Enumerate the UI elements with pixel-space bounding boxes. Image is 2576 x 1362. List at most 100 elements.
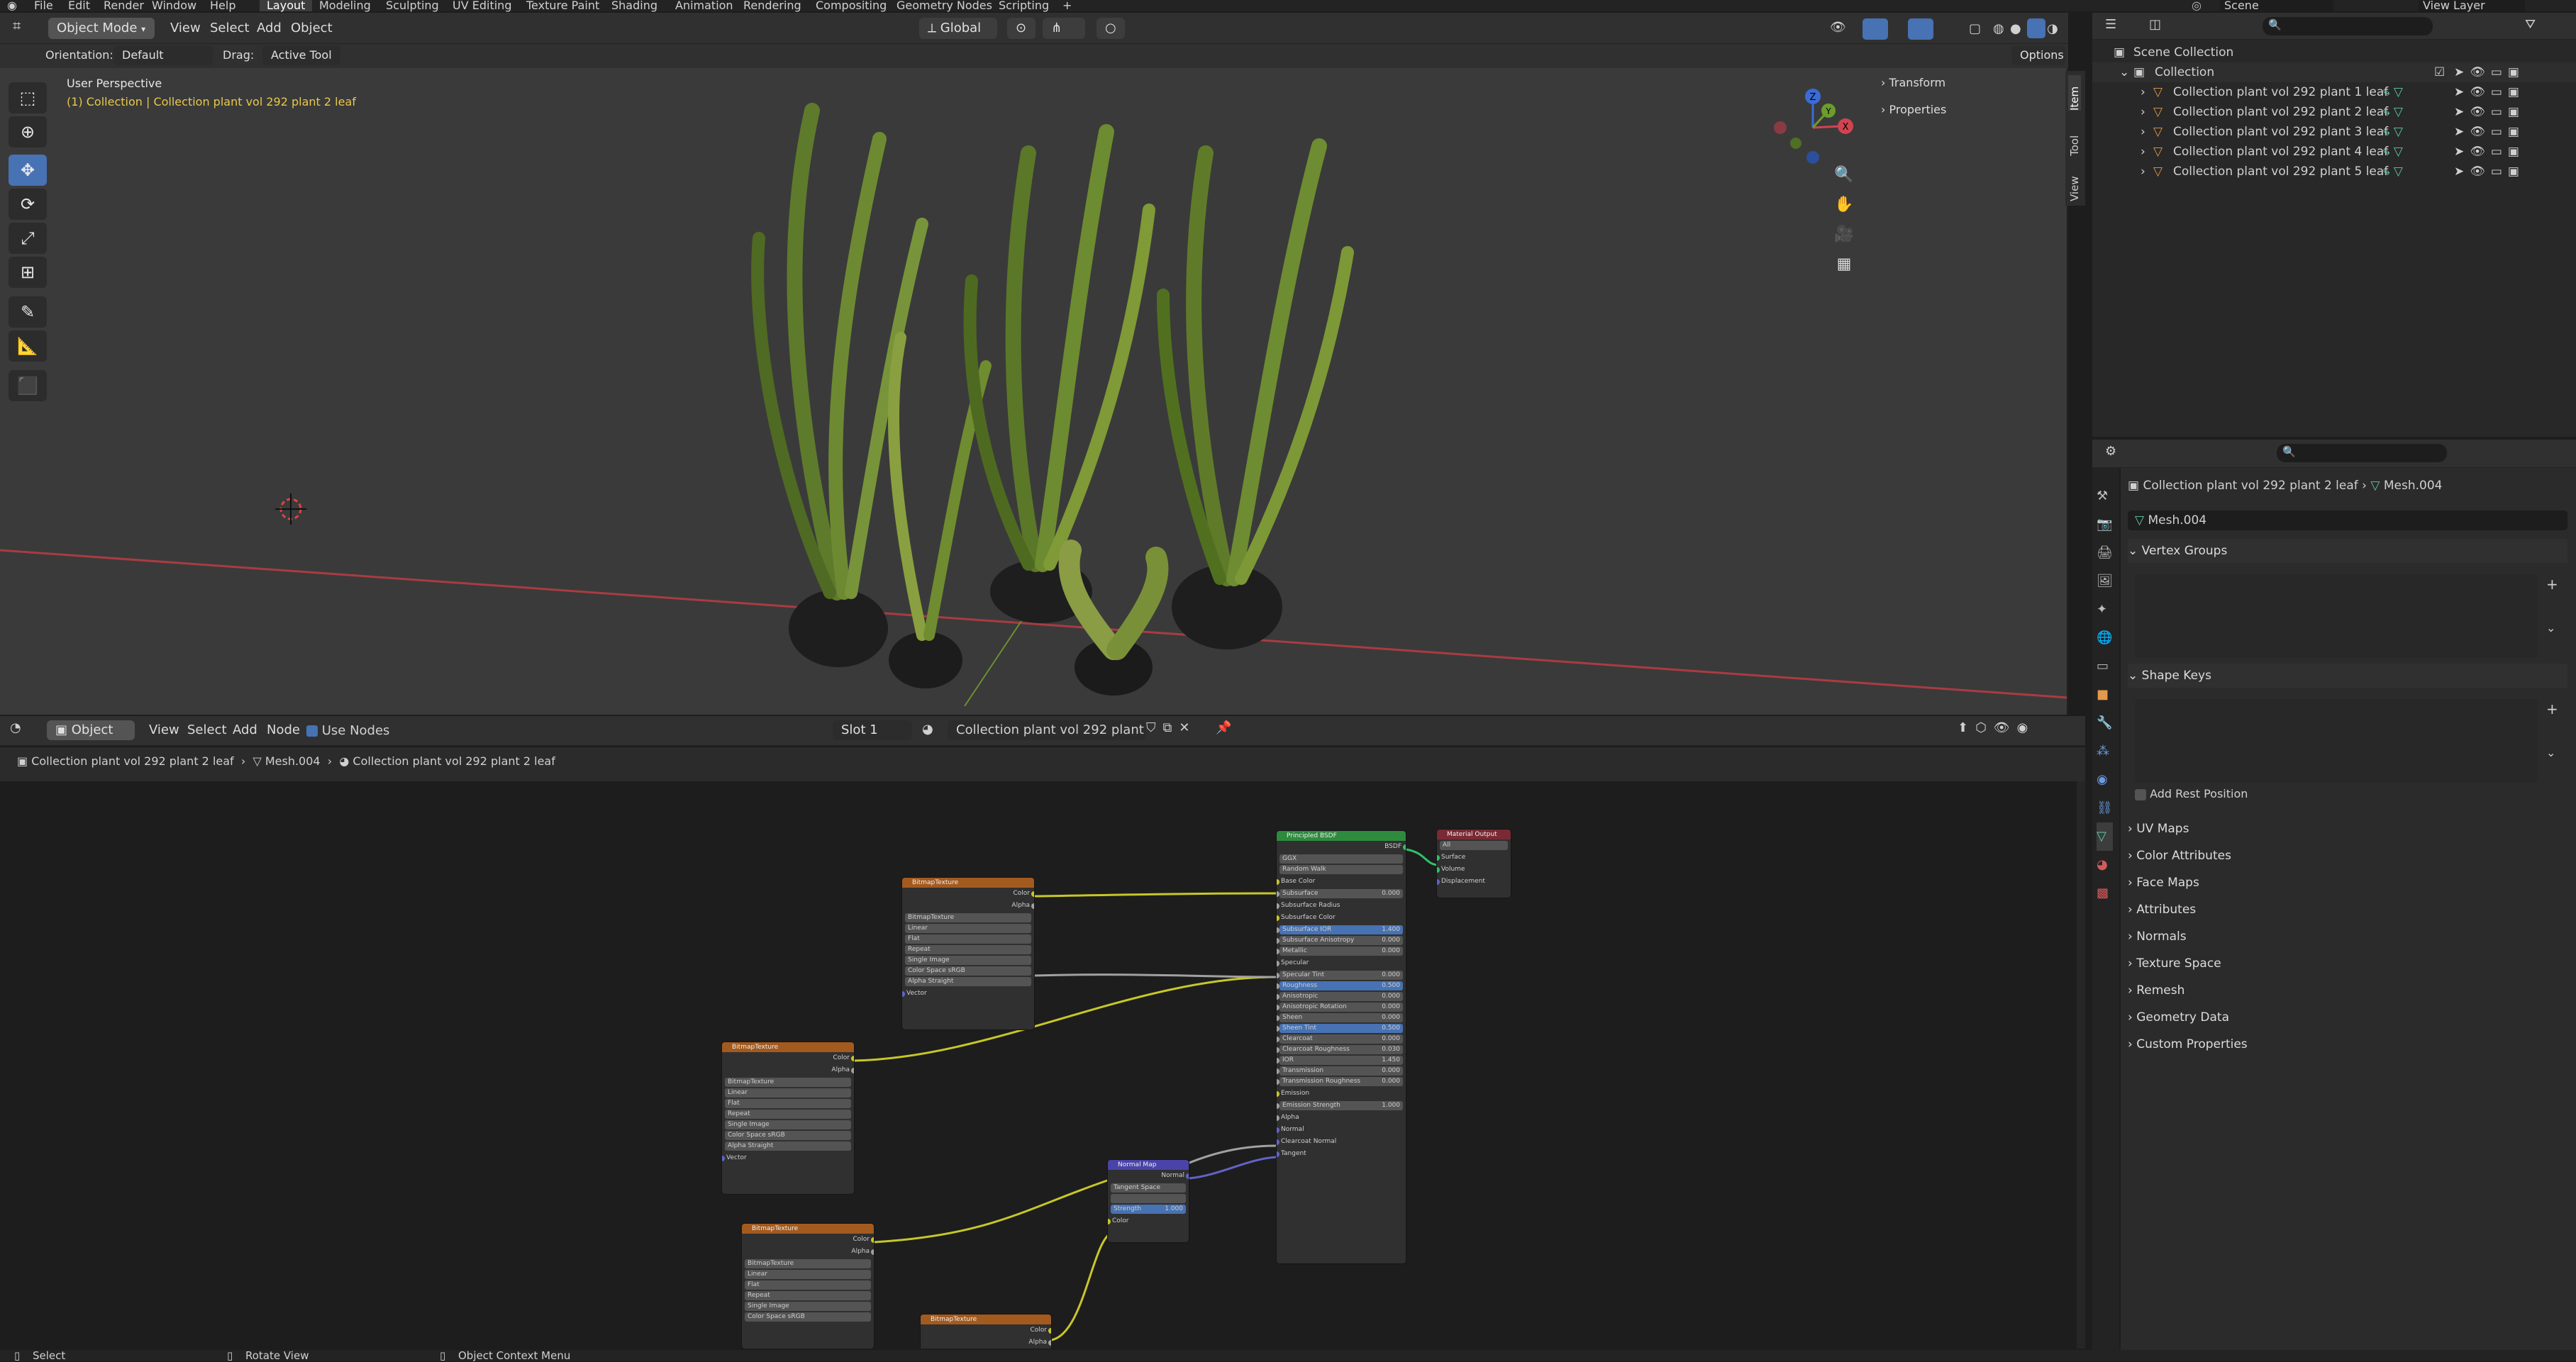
menu-add[interactable]: Add — [233, 719, 257, 742]
material-shading-icon[interactable] — [2027, 18, 2045, 38]
material-name-field[interactable]: Collection plant vol 292 plant 2 leaf — [948, 720, 1146, 740]
extension-dropdown[interactable]: Repeat — [745, 1291, 871, 1300]
vertex-groups-list[interactable] — [2135, 574, 2538, 658]
panel-geometry-data[interactable]: › Geometry Data — [2128, 1005, 2567, 1029]
visibility-icon[interactable]: 👁 — [1830, 20, 1846, 35]
panel-color-attributes[interactable]: › Color Attributes — [2128, 844, 2567, 868]
mesh-name-field[interactable]: ▽ Mesh.004 — [2128, 510, 2567, 530]
menu-edit[interactable]: Edit — [68, 0, 90, 11]
bsdf-input-row[interactable]: Subsurface Anisotropy 0.000 — [1277, 936, 1403, 945]
add-rest-position-checkbox[interactable]: Add Rest Position — [2135, 787, 2248, 800]
cursor-tool-icon[interactable]: ⊕ — [9, 116, 47, 147]
projection-dropdown[interactable]: Flat — [905, 934, 1031, 944]
tab-sculpting[interactable]: Sculpting — [379, 0, 446, 11]
bsdf-input-row[interactable]: Emission — [1277, 1088, 1406, 1100]
menu-render[interactable]: Render — [104, 0, 144, 11]
bsdf-input-row[interactable]: Clearcoat 0.000 — [1277, 1034, 1403, 1044]
panel-uv-maps[interactable]: › UV Maps — [2128, 817, 2567, 841]
world-tab-icon[interactable]: 🌐 — [2097, 624, 2113, 652]
navigation-gizmo[interactable]: Z X Y — [1770, 78, 1870, 170]
visibility-toggles-icon[interactable]: ➤👁▭▣ — [2454, 102, 2525, 122]
outliner-row-plant-5[interactable]: › ▽ Collection plant vol 292 plant 5 lea… — [2092, 162, 2576, 182]
color-space-dropdown[interactable]: Color Space sRGB — [905, 966, 1031, 976]
tab-geometry-nodes[interactable]: Geometry Nodes — [889, 0, 999, 11]
menu-add[interactable]: Add — [257, 17, 282, 40]
bsdf-input-row[interactable]: Sheen Tint 0.500 — [1277, 1024, 1403, 1033]
target-dropdown[interactable]: All — [1440, 841, 1508, 850]
bsdf-input-row[interactable]: Transmission 0.000 — [1277, 1066, 1403, 1076]
transform-tool-icon[interactable]: ⊞ — [9, 257, 47, 288]
transform-orientation-dropdown[interactable]: ⟂ Global — [919, 18, 997, 39]
data-tab-icon[interactable]: ▽ — [2097, 822, 2113, 851]
annotate-tool-icon[interactable]: ✎ — [9, 296, 47, 328]
outliner-row-collection[interactable]: ⌄ ▣ Collection ☑ ➤👁▭▣ — [2092, 62, 2576, 82]
image-selector[interactable]: BitmapTexture — [745, 1259, 871, 1268]
bsdf-input-row[interactable]: Normal — [1277, 1124, 1406, 1136]
rendered-shading-icon[interactable]: ◑ — [2047, 21, 2058, 36]
node-sidebar-scrollbar[interactable] — [2077, 781, 2085, 1349]
editor-type-icon[interactable]: ⌗ — [13, 17, 21, 34]
bsdf-input-row[interactable]: Transmission Roughness 0.000 — [1277, 1077, 1403, 1086]
bsdf-input-row[interactable]: Specular Tint 0.000 — [1277, 971, 1403, 980]
tab-texture-paint[interactable]: Texture Paint — [519, 0, 606, 11]
physics-tab-icon[interactable]: ◉ — [2097, 766, 2113, 794]
outliner-row-plant-1[interactable]: › ▽ Collection plant vol 292 plant 1 lea… — [2092, 82, 2576, 102]
solid-shading-icon[interactable]: ● — [2010, 21, 2021, 36]
vertex-group-menu-icon[interactable]: ⌄ — [2546, 621, 2555, 635]
sidebar-tab-tool[interactable]: Tool — [2068, 121, 2081, 156]
properties-panel[interactable]: › Properties — [1881, 98, 1946, 122]
view-layer-selector[interactable]: View Layer — [2419, 0, 2525, 11]
subsurface-method-dropdown[interactable]: Random Walk — [1279, 865, 1403, 874]
bsdf-input-row[interactable]: Subsurface Radius — [1277, 900, 1406, 912]
display-mode-icon[interactable]: ◫ — [2149, 17, 2161, 32]
color-space-dropdown[interactable]: Color Space sRGB — [725, 1131, 851, 1140]
node-editor-type-icon[interactable]: ◔ — [10, 720, 21, 735]
tab-layout[interactable]: Layout — [260, 0, 313, 11]
menu-node[interactable]: Node — [267, 719, 300, 742]
visibility-toggles-icon[interactable]: ➤👁▭▣ — [2454, 62, 2525, 82]
distribution-dropdown[interactable]: GGX — [1279, 854, 1403, 864]
strength-slider[interactable]: Strength 1.000 — [1111, 1205, 1186, 1214]
select-box-tool-icon[interactable]: ⬚ — [9, 82, 47, 113]
visibility-toggles-icon[interactable]: ➤👁▭▣ — [2454, 82, 2525, 102]
outliner-search-input[interactable]: 🔍 — [2263, 17, 2433, 35]
bsdf-input-row[interactable]: Metallic 0.000 — [1277, 947, 1403, 956]
bsdf-input-row[interactable]: Subsurface Color — [1277, 912, 1406, 924]
view-layer-tab-icon[interactable]: 🖼 — [2097, 567, 2113, 596]
slot-dropdown[interactable]: Slot 1 — [833, 720, 912, 740]
panel-normals[interactable]: › Normals — [2128, 925, 2567, 949]
menu-object[interactable]: Object — [291, 17, 333, 40]
measure-tool-icon[interactable]: 📐 — [9, 330, 47, 362]
shader-type-dropdown[interactable]: ▣ Object — [47, 720, 135, 740]
panel-attributes[interactable]: › Attributes — [2128, 898, 2567, 922]
add-shape-key-button[interactable]: + — [2546, 700, 2558, 718]
source-dropdown[interactable]: Single Image — [905, 956, 1031, 965]
drag-dropdown[interactable]: Active Tool — [262, 45, 340, 65]
outliner-editor-icon[interactable]: ☰ — [2105, 17, 2116, 32]
panel-shape-keys[interactable]: ⌄ Shape Keys — [2128, 664, 2567, 688]
menu-select[interactable]: Select — [210, 17, 250, 40]
interpolation-dropdown[interactable]: Linear — [725, 1088, 851, 1098]
zoom-icon[interactable]: 🔍 — [1830, 160, 1858, 189]
bsdf-input-row[interactable]: Specular — [1277, 957, 1406, 969]
output-tab-icon[interactable]: 🖨 — [2097, 539, 2113, 567]
bsdf-input-row[interactable]: Sheen 0.000 — [1277, 1013, 1403, 1022]
move-tool-icon[interactable]: ✥ — [9, 155, 47, 186]
material-browse-icon[interactable]: ◕ — [922, 722, 933, 737]
add-workspace-button[interactable]: + — [1062, 0, 1072, 11]
overlay-toggle-icon[interactable] — [1908, 18, 1933, 40]
panel-texture-space[interactable]: › Texture Space — [2128, 951, 2567, 976]
material-actions-icon[interactable]: ⛉⧉✕ — [1146, 720, 1197, 735]
object-tab-icon[interactable]: ■ — [2097, 681, 2113, 709]
extension-dropdown[interactable]: Repeat — [905, 945, 1031, 954]
pivot-point-dropdown[interactable]: ⊙ — [1007, 18, 1036, 39]
gizmo-toggle-icon[interactable] — [1862, 18, 1888, 40]
menu-view[interactable]: View — [170, 17, 201, 40]
pan-hand-icon[interactable]: ✋ — [1830, 190, 1858, 218]
xray-icon[interactable]: ▢ — [1969, 21, 1981, 36]
image-selector[interactable]: BitmapTexture — [905, 913, 1031, 922]
tab-animation[interactable]: Animation — [668, 0, 740, 11]
uv-map-field[interactable] — [1111, 1194, 1186, 1203]
add-cube-tool-icon[interactable]: ⬛ — [9, 370, 47, 401]
menu-help[interactable]: Help — [210, 0, 235, 11]
